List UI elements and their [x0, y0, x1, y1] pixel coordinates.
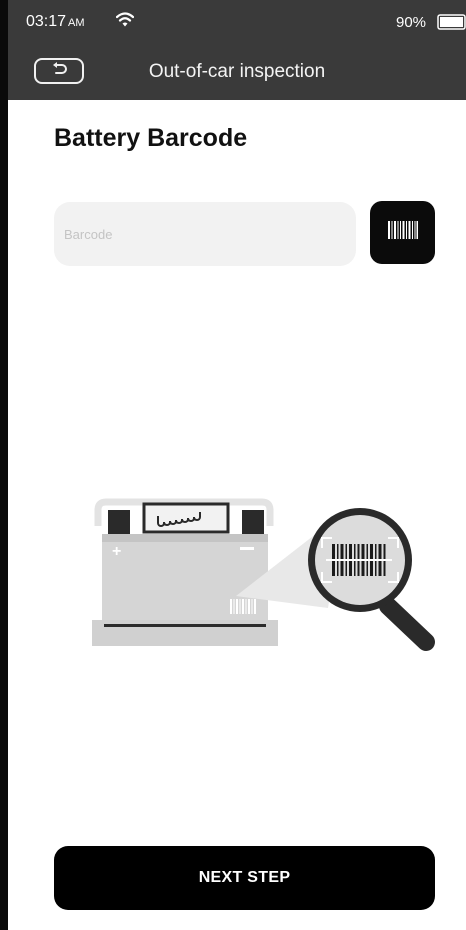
- status-ampm: AM: [68, 17, 85, 29]
- battery-icon: [437, 14, 466, 35]
- wifi-icon: [115, 12, 135, 33]
- page-title: Battery Barcode: [54, 124, 248, 152]
- next-step-button[interactable]: NEXT STEP: [54, 846, 435, 910]
- header-title: Out-of-car inspection: [148, 61, 326, 82]
- screen-edge: [0, 0, 8, 930]
- barcode-scan-icon: [387, 221, 418, 244]
- battery-scan-illustration: +: [88, 496, 440, 661]
- status-time-value: 03:17: [26, 13, 67, 30]
- svg-text:+: +: [112, 543, 121, 560]
- status-time: 03:17 AM: [26, 13, 85, 31]
- scan-barcode-button[interactable]: [370, 201, 435, 264]
- battery-percent: 90%: [396, 14, 427, 31]
- barcode-input[interactable]: [54, 202, 356, 266]
